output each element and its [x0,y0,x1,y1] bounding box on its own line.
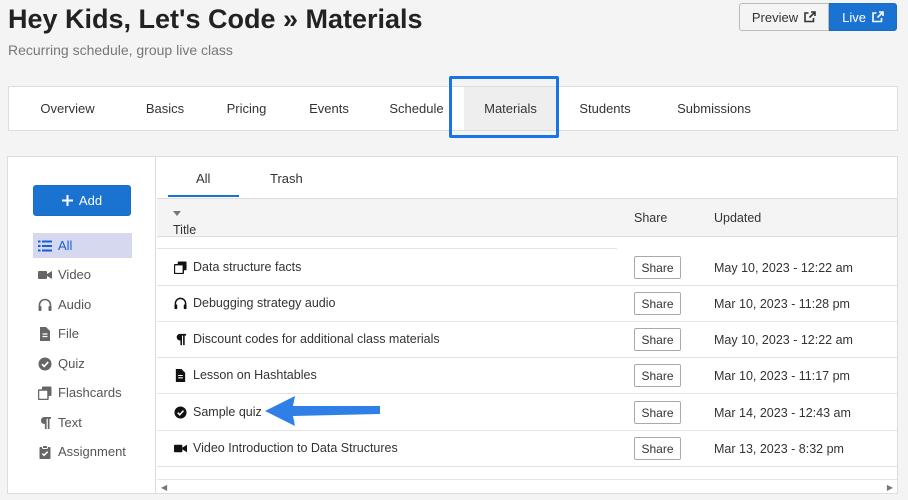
table-row[interactable]: Debugging strategy audio Share Mar 10, 2… [157,286,897,322]
sidebar-item-audio[interactable]: Audio [33,292,132,317]
share-button[interactable]: Share [634,256,681,279]
tab-overview[interactable]: Overview [9,87,126,130]
sidebar-item-text[interactable]: Text [33,410,132,435]
flashcards-icon [38,386,52,400]
live-label: Live [842,9,866,25]
column-share: Share [634,211,668,225]
divider [157,248,617,249]
table-row[interactable]: Discount codes for additional class mate… [157,322,897,358]
add-button[interactable]: Add [33,185,131,216]
horizontal-scrollbar[interactable]: ◀ ▶ [157,479,897,493]
check-circle-icon [174,405,187,419]
external-link-icon [804,11,816,23]
share-button[interactable]: Share [634,437,681,460]
materials-list: All Trash Title Share Updated Data struc… [157,157,897,493]
paragraph-icon [176,333,187,345]
scroll-left-icon[interactable]: ◀ [161,483,167,492]
materials-panel: Add All Video Audio File Quiz Flashcards [7,156,898,494]
subtab-all[interactable]: All [196,171,210,186]
sidebar-item-all[interactable]: All [33,233,132,258]
external-link-icon [872,11,884,23]
row-updated: Mar 10, 2023 - 11:17 pm [714,369,850,383]
top-actions: Preview Live [738,3,897,31]
tab-events[interactable]: Events [289,87,369,130]
table-header: Title Share Updated [157,198,897,237]
tab-materials[interactable]: Materials [464,87,557,130]
sidebar-item-flashcards[interactable]: Flashcards [33,380,132,405]
main-tabs: Overview Basics Pricing Events Schedule … [8,86,898,131]
column-title-label: Title [173,223,197,237]
clipboard-icon [39,444,51,459]
table-row[interactable]: Sample quiz Share Mar 14, 2023 - 12:43 a… [157,395,897,431]
sidebar-item-label: Assignment [58,444,126,459]
tab-submissions[interactable]: Submissions [653,87,775,130]
sidebar-item-label: Quiz [58,356,85,371]
subtab-trash[interactable]: Trash [270,171,303,186]
row-title[interactable]: Sample quiz [193,405,262,419]
preview-label: Preview [751,9,799,25]
column-updated: Updated [714,211,762,225]
column-title[interactable]: Title [173,211,196,237]
scroll-right-icon[interactable]: ▶ [887,483,893,492]
row-updated: Mar 14, 2023 - 12:43 am [714,406,851,420]
page-subtitle: Recurring schedule, group live class [8,42,233,58]
file-icon [40,326,50,341]
preview-button[interactable]: Preview [738,3,830,31]
plus-icon [61,195,73,206]
headphones-icon [38,298,52,311]
row-updated: Mar 13, 2023 - 8:32 pm [714,442,844,456]
tab-basics[interactable]: Basics [126,87,204,130]
tab-schedule[interactable]: Schedule [369,87,464,130]
table-row[interactable]: Lesson on Hashtables Share Mar 10, 2023 … [157,358,897,394]
check-circle-icon [38,357,52,370]
row-updated: May 10, 2023 - 12:22 am [714,261,853,275]
sidebar-item-file[interactable]: File [33,321,132,346]
share-button[interactable]: Share [634,328,681,351]
share-button[interactable]: Share [634,364,681,387]
headphones-icon [174,297,187,309]
sidebar: Add All Video Audio File Quiz Flashcards [8,157,156,493]
page-title: Hey Kids, Let's Code » Materials [8,4,423,34]
row-title[interactable]: Data structure facts [193,260,301,274]
sidebar-item-label: Audio [58,297,92,312]
file-icon [175,368,186,382]
list-icon [38,240,52,251]
sidebar-item-label: All [58,238,73,253]
sort-down-icon [173,211,181,216]
share-button[interactable]: Share [634,292,681,315]
sidebar-item-label: Flashcards [58,385,122,400]
share-button[interactable]: Share [634,401,681,424]
row-updated: May 10, 2023 - 12:22 am [714,333,853,347]
row-title[interactable]: Video Introduction to Data Structures [193,441,398,455]
row-title[interactable]: Discount codes for additional class mate… [193,332,440,346]
tab-students[interactable]: Students [557,87,653,130]
add-label: Add [78,193,103,208]
paragraph-icon [40,416,51,429]
sidebar-item-assignment[interactable]: Assignment [33,439,132,464]
row-title[interactable]: Lesson on Hashtables [193,368,317,382]
sidebar-item-video[interactable]: Video [33,262,132,287]
sidebar-item-label: File [58,326,79,341]
sidebar-item-label: Text [58,415,82,430]
sidebar-item-quiz[interactable]: Quiz [33,351,132,376]
tab-pricing[interactable]: Pricing [204,87,289,130]
row-title[interactable]: Debugging strategy audio [193,296,335,310]
sidebar-item-label: Video [58,267,92,282]
table-row[interactable]: Video Introduction to Data Structures Sh… [157,431,897,467]
live-button[interactable]: Live [829,3,897,31]
video-icon [38,270,52,279]
video-icon [174,444,187,452]
table-row[interactable]: Data structure facts Share May 10, 2023 … [157,250,897,286]
flashcards-icon [174,260,187,274]
row-updated: Mar 10, 2023 - 11:28 pm [714,297,850,311]
active-subtab-indicator [168,195,239,197]
